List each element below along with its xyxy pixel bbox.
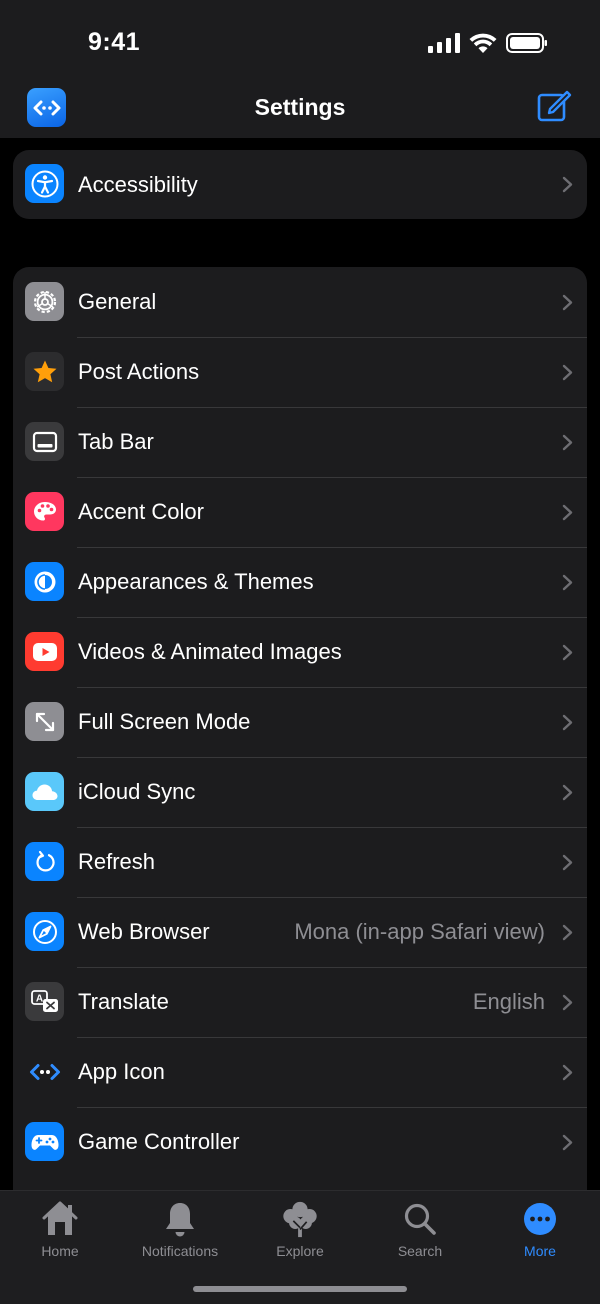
- tab-label: More: [524, 1243, 556, 1259]
- gamecontroller-icon: [25, 1122, 64, 1161]
- compass-icon: [25, 912, 64, 951]
- settings-group-main: General Post Actions Tab Bar Accent Colo…: [13, 267, 587, 1217]
- chevron-right-icon: [562, 924, 573, 941]
- gear-icon: [25, 282, 64, 321]
- chevron-right-icon: [562, 294, 573, 311]
- settings-group-accessibility: Accessibility: [13, 150, 587, 219]
- settings-row-label: Post Actions: [78, 359, 200, 384]
- chevron-right-icon: [562, 1134, 573, 1151]
- settings-row-value: Mona (in-app Safari view): [294, 919, 545, 944]
- refresh-icon: [25, 842, 64, 881]
- tree-icon: [280, 1199, 320, 1239]
- chevron-right-icon: [562, 1064, 573, 1081]
- translate-icon: A: [25, 982, 64, 1021]
- chevron-right-icon: [562, 504, 573, 521]
- palette-icon: [25, 492, 64, 531]
- settings-row-web-browser[interactable]: Web Browser Mona (in-app Safari view): [13, 897, 587, 967]
- settings-row-label: General: [78, 289, 157, 314]
- chevron-right-icon: [562, 434, 573, 451]
- page-title: Settings: [254, 94, 346, 120]
- status-icons: [428, 32, 548, 53]
- search-icon: [400, 1199, 440, 1239]
- svg-text:A: A: [35, 993, 42, 1004]
- tab-label: Notifications: [141, 1243, 219, 1259]
- wifi-icon: [469, 33, 497, 53]
- tab-search[interactable]: Search: [370, 1199, 470, 1259]
- chevron-right-icon: [562, 784, 573, 801]
- settings-row-icloud-sync[interactable]: iCloud Sync: [13, 757, 587, 827]
- settings-row-label: Tab Bar: [78, 429, 154, 454]
- settings-row-label: Full Screen Mode: [78, 709, 251, 734]
- settings-row-label: Accessibility: [78, 171, 198, 197]
- home-indicator[interactable]: [193, 1286, 407, 1292]
- settings-row-label: Game Controller: [78, 1129, 240, 1154]
- app-icon-icon: [25, 1052, 64, 1091]
- tab-label: Home: [41, 1243, 79, 1259]
- cloud-icon: [25, 772, 64, 811]
- settings-row-label: App Icon: [78, 1059, 165, 1084]
- settings-row-label: Web Browser: [78, 919, 210, 944]
- chevron-right-icon: [562, 714, 573, 731]
- tab-label: Search: [397, 1243, 443, 1259]
- settings-row-post-actions[interactable]: Post Actions: [13, 337, 587, 407]
- appearance-icon: [25, 562, 64, 601]
- compose-icon[interactable]: [536, 88, 572, 124]
- settings-row-value: English: [472, 989, 545, 1014]
- chevron-right-icon: [562, 364, 573, 381]
- accessibility-icon: [25, 164, 64, 203]
- settings-row-refresh[interactable]: Refresh: [13, 827, 587, 897]
- settings-row-translate[interactable]: A Translate English: [13, 967, 587, 1037]
- tab-notifications[interactable]: Notifications: [130, 1199, 230, 1259]
- cellular-signal-icon: [428, 32, 460, 53]
- chevron-right-icon: [562, 994, 573, 1011]
- bell-icon: [160, 1199, 200, 1239]
- navigation-bar: Settings: [0, 80, 600, 138]
- status-bar: 9:41: [0, 0, 600, 80]
- settings-row-appearances-themes[interactable]: Appearances & Themes: [13, 547, 587, 617]
- settings-row-label: iCloud Sync: [78, 779, 196, 804]
- status-time: 9:41: [88, 28, 141, 56]
- chevron-right-icon: [562, 176, 573, 193]
- settings-row-accessibility[interactable]: Accessibility: [13, 150, 587, 219]
- settings-row-label: Refresh: [78, 849, 156, 874]
- tab-home[interactable]: Home: [10, 1199, 110, 1259]
- settings-row-videos-animated-images[interactable]: Videos & Animated Images: [13, 617, 587, 687]
- tab-more[interactable]: More: [490, 1199, 590, 1259]
- settings-row-full-screen-mode[interactable]: Full Screen Mode: [13, 687, 587, 757]
- more-icon: [520, 1199, 560, 1239]
- settings-row-label: Appearances & Themes: [78, 569, 314, 594]
- fullscreen-icon: [25, 702, 64, 741]
- star-icon: [25, 352, 64, 391]
- settings-row-tab-bar[interactable]: Tab Bar: [13, 407, 587, 477]
- settings-row-accent-color[interactable]: Accent Color: [13, 477, 587, 547]
- tab-label: Explore: [276, 1243, 324, 1259]
- chevron-right-icon: [562, 644, 573, 661]
- settings-row-label: Translate: [78, 989, 169, 1014]
- settings-row-game-controller[interactable]: Game Controller: [13, 1107, 587, 1177]
- chevron-right-icon: [562, 854, 573, 871]
- home-icon: [40, 1199, 80, 1239]
- settings-row-general[interactable]: General: [13, 267, 587, 337]
- settings-row-label: Videos & Animated Images: [78, 639, 342, 664]
- chevron-right-icon: [562, 574, 573, 591]
- tab-bar-icon: [25, 422, 64, 461]
- play-icon: [25, 632, 64, 671]
- settings-row-app-icon[interactable]: App Icon: [13, 1037, 587, 1107]
- settings-row-label: Accent Color: [78, 499, 204, 524]
- battery-icon: [506, 32, 547, 53]
- tab-explore[interactable]: Explore: [250, 1199, 350, 1259]
